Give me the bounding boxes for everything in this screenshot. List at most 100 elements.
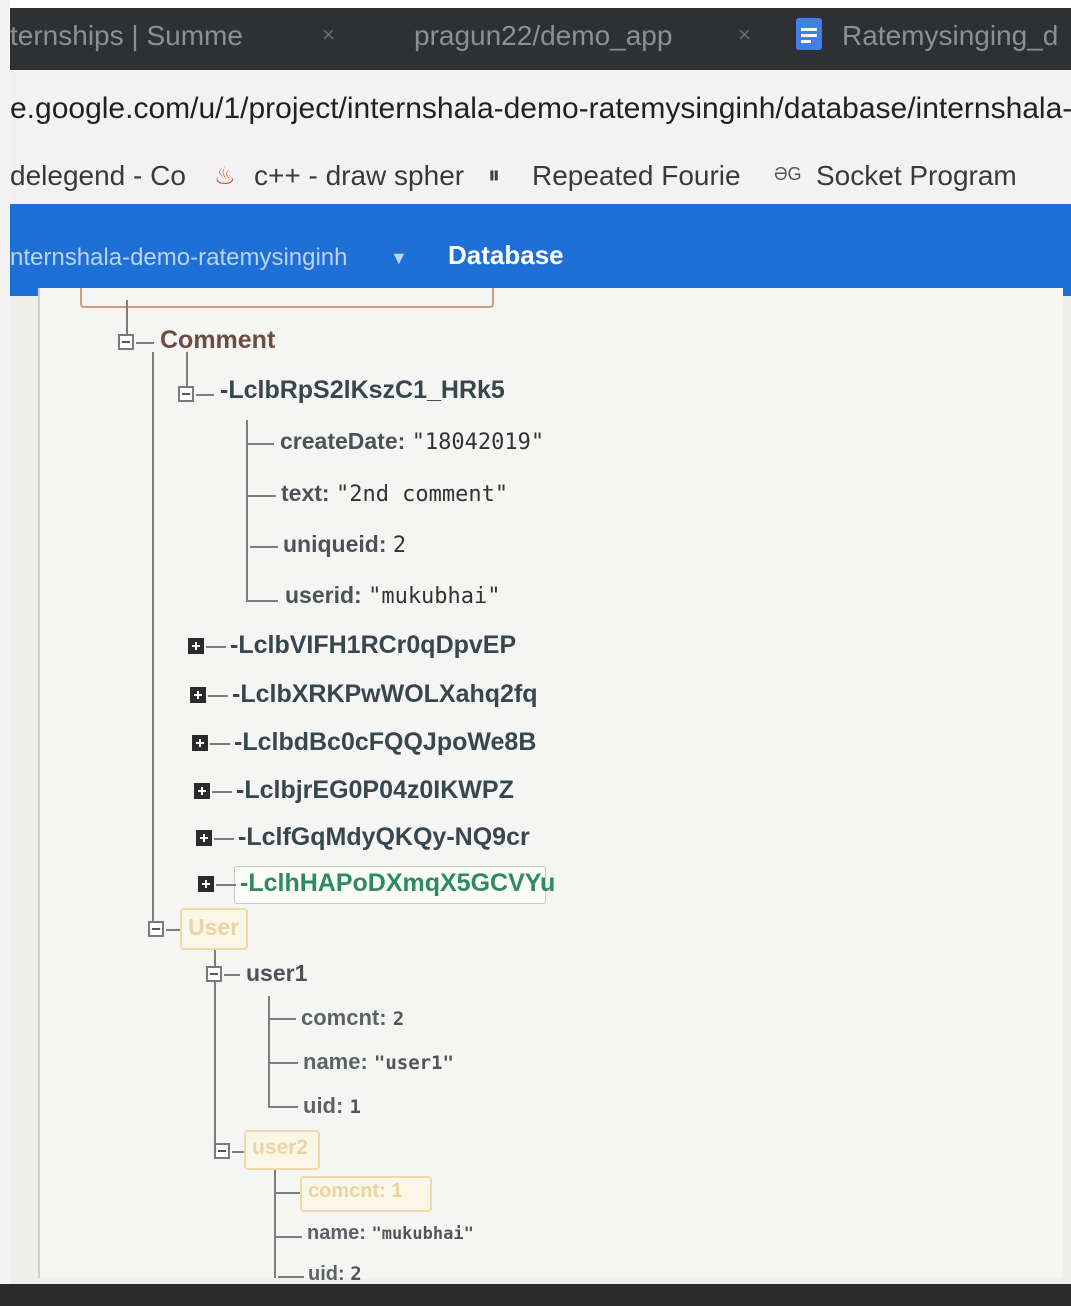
- tree-line: [270, 1106, 298, 1108]
- node-comment-entry[interactable]: -LclfGqMdyQKQy-NQ9cr: [238, 823, 530, 852]
- pause-circle-icon: ⏸: [488, 162, 500, 189]
- document-icon: [796, 18, 822, 50]
- field-comcnt: comcnt: 1: [308, 1180, 402, 1203]
- tree-line: [136, 342, 154, 344]
- tree-line: [232, 1151, 244, 1153]
- field-value[interactable]: "user1": [374, 1052, 454, 1074]
- collapse-icon[interactable]: [178, 386, 194, 402]
- node-comment-entry[interactable]: -LclbVIFH1RCr0qDpvEP: [230, 631, 516, 660]
- collapse-icon[interactable]: [148, 921, 164, 937]
- parent-node-outline: [80, 288, 494, 308]
- field-value[interactable]: 2: [393, 533, 406, 558]
- node-comment-entry[interactable]: -LclbRpS2lKszC1_HRk5: [220, 376, 505, 405]
- field-value[interactable]: 2: [393, 1008, 404, 1030]
- tree-line: [248, 600, 278, 602]
- expand-icon[interactable]: [190, 687, 206, 703]
- bookmark-label: c++ - draw spher: [254, 160, 465, 191]
- collapse-icon[interactable]: [214, 1143, 230, 1159]
- expand-icon[interactable]: [196, 830, 212, 846]
- screen-bezel-left: [0, 0, 10, 1306]
- node-comment-entry[interactable]: -LclbdBc0cFQQJpoWe8B: [234, 728, 536, 757]
- field-value[interactable]: 1: [349, 1096, 360, 1118]
- tree-line: [166, 929, 180, 931]
- node-comment-entry[interactable]: -LclhHAPoDXmqX5GCVYu: [240, 869, 555, 898]
- tree-line: [248, 495, 276, 497]
- tab-internships[interactable]: ternships | Summe: [10, 20, 243, 52]
- expand-icon[interactable]: [198, 876, 214, 892]
- firebase-header: nternshala-demo-ratemysinginh ▼ Database: [10, 204, 1071, 296]
- tree-line: [206, 646, 226, 648]
- collapse-icon[interactable]: [118, 334, 134, 350]
- field-create-date: createDate: "18042019": [280, 428, 544, 455]
- node-comment-entry[interactable]: -LclbjrEG0P04z0IKWPZ: [236, 776, 514, 805]
- tree-line: [186, 352, 188, 386]
- tab-label: pragun22/demo_app: [414, 20, 673, 51]
- collapse-icon[interactable]: [206, 966, 222, 982]
- field-key: name:: [303, 1049, 368, 1074]
- field-key: text:: [281, 480, 330, 506]
- java-cup-icon: ♨: [214, 163, 236, 190]
- field-key: uniqueid:: [283, 531, 387, 557]
- expand-icon[interactable]: [194, 783, 210, 799]
- field-key: createDate:: [280, 428, 406, 454]
- field-value[interactable]: 2: [350, 1263, 361, 1285]
- tab-strip: ternships | Summe × pragun22/demo_app × …: [10, 8, 1071, 70]
- tree-line: [268, 996, 270, 1108]
- bookmark-item[interactable]: delegend - Co: [10, 160, 186, 192]
- field-value[interactable]: "2nd comment": [336, 482, 508, 507]
- field-value[interactable]: "mukubhai": [371, 1224, 473, 1244]
- expand-icon[interactable]: [192, 735, 208, 751]
- field-key: uid:: [303, 1093, 344, 1118]
- node-user2[interactable]: user2: [252, 1136, 308, 1160]
- close-icon[interactable]: ×: [322, 22, 335, 48]
- tree-line: [196, 394, 214, 396]
- tree-line: [268, 1018, 296, 1020]
- url-text[interactable]: e.google.com/u/1/project/internshala-dem…: [10, 92, 1071, 126]
- address-bar[interactable]: e.google.com/u/1/project/internshala-dem…: [10, 70, 1071, 148]
- close-icon[interactable]: ×: [738, 22, 751, 48]
- geeks-logo-icon: ƏG: [774, 164, 802, 184]
- tree-line: [216, 884, 236, 886]
- tab-label: Ratemysinging_d: [842, 20, 1059, 51]
- tab-label: ternships | Summe: [10, 20, 243, 51]
- project-selector[interactable]: nternshala-demo-ratemysinginh: [10, 244, 348, 272]
- chevron-down-icon[interactable]: ▼: [390, 248, 408, 269]
- page-title: Database: [448, 240, 564, 270]
- tree-line: [212, 791, 232, 793]
- bookmarks-bar: delegend - Co ♨ c++ - draw spher ⏸ Repea…: [10, 148, 1071, 205]
- field-value[interactable]: 1: [391, 1180, 402, 1202]
- bookmark-item[interactable]: c++ - draw spher: [254, 160, 464, 192]
- field-uniqueid: uniqueid: 2: [283, 531, 406, 558]
- field-key: comcnt:: [308, 1180, 386, 1202]
- tab-github-demo-app[interactable]: pragun22/demo_app: [414, 20, 672, 52]
- tree-line: [152, 352, 154, 924]
- field-key: name:: [307, 1222, 366, 1244]
- field-uid: uid: 1: [303, 1093, 361, 1119]
- bookmark-item[interactable]: Repeated Fourie: [532, 160, 741, 192]
- field-uid: uid: 2: [308, 1263, 362, 1286]
- node-user[interactable]: User: [188, 914, 239, 941]
- field-comcnt: comcnt: 2: [301, 1005, 404, 1031]
- field-text: text: "2nd comment": [281, 480, 508, 507]
- field-key: uid:: [308, 1263, 345, 1285]
- tree-line: [250, 546, 278, 548]
- expand-icon[interactable]: [188, 638, 204, 654]
- tree-line: [208, 695, 228, 697]
- node-user1[interactable]: user1: [246, 960, 307, 987]
- field-value[interactable]: "mukubhai": [368, 584, 500, 609]
- tree-line: [276, 1236, 302, 1238]
- field-key: comcnt:: [301, 1005, 387, 1030]
- bookmark-label: delegend - Co: [10, 160, 186, 191]
- field-value[interactable]: "18042019": [412, 430, 544, 455]
- tree-line: [270, 1062, 298, 1064]
- bookmark-item[interactable]: Socket Program: [816, 160, 1017, 192]
- field-name: name: "mukubhai": [307, 1222, 474, 1245]
- tab-ratemysinging[interactable]: Ratemysinging_d: [842, 20, 1058, 52]
- tree-line: [224, 974, 240, 976]
- node-comment-entry[interactable]: -LclbXRKPwWOLXahq2fq: [232, 680, 538, 709]
- tree-line: [210, 743, 230, 745]
- node-comment[interactable]: Comment: [160, 326, 275, 355]
- database-tree-panel: [38, 288, 1063, 1278]
- tree-line: [246, 420, 248, 602]
- tree-line: [274, 1170, 276, 1278]
